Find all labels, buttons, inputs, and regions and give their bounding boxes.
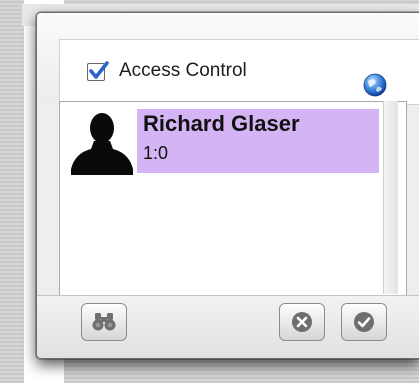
x-circle-icon — [292, 312, 312, 332]
access-control-panel: Access Control Richard Glaser 1:0 — [36, 12, 419, 359]
user-code: 1:0 — [143, 143, 169, 163]
user-list-scrollbar[interactable] — [383, 101, 398, 294]
list-item[interactable]: Richard Glaser 1:0 — [67, 109, 379, 179]
confirm-button[interactable] — [341, 303, 387, 341]
checkmark-icon — [89, 61, 109, 79]
panel-title: Access Control — [119, 60, 247, 81]
person-silhouette-icon — [67, 109, 137, 175]
checkmark-circle-icon — [354, 312, 374, 332]
cancel-button[interactable] — [279, 303, 325, 341]
binoculars-icon — [92, 313, 116, 331]
globe-icon[interactable] — [363, 73, 387, 97]
user-name: Richard Glaser — [143, 111, 300, 136]
access-control-checkbox[interactable] — [87, 61, 109, 81]
search-button[interactable] — [81, 303, 127, 341]
